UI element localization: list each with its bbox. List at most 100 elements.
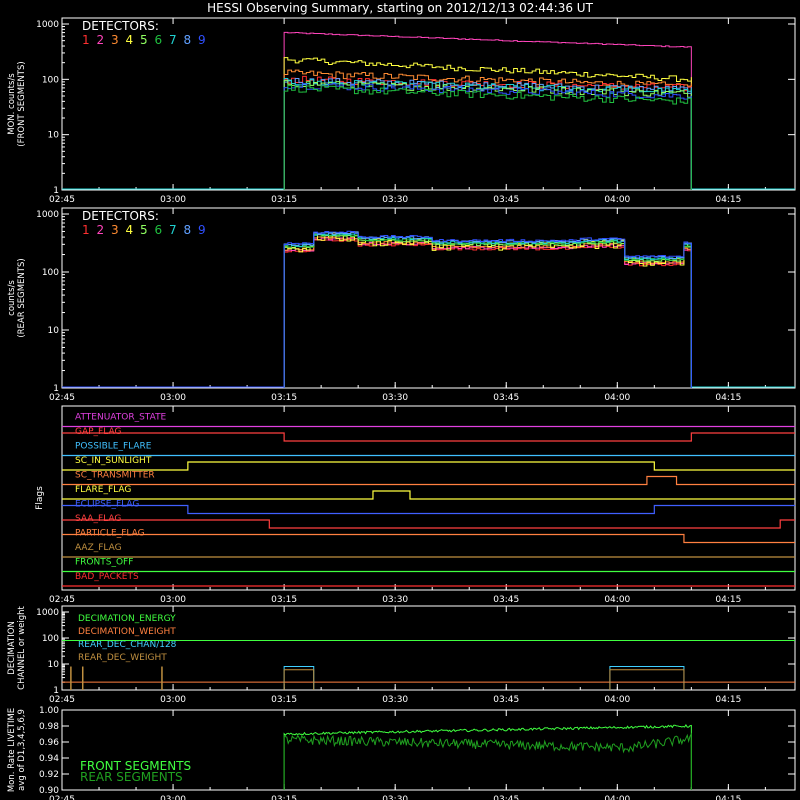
x-tick-label: 04:15: [715, 695, 741, 705]
x-tick-label: 02:45: [49, 393, 75, 403]
detector-series-line: [283, 77, 692, 190]
flag-line: [62, 533, 795, 544]
flag-line: [62, 432, 795, 442]
x-tick-label: 02:45: [49, 195, 75, 205]
legend-entry: 5: [140, 33, 148, 47]
x-tick-label: 03:15: [271, 195, 297, 205]
x-tick-label: 03:30: [382, 595, 408, 605]
legend-entry: 7: [169, 33, 177, 47]
legend-title: DETECTORS:: [82, 209, 159, 223]
x-tick-label: 04:00: [604, 695, 630, 705]
legend-entry: 9: [198, 223, 206, 237]
y-tick-label: 0.92: [39, 770, 59, 780]
x-tick-label: 03:15: [271, 595, 297, 605]
x-tick-label: 03:45: [493, 595, 519, 605]
flag-label: PARTICLE_FLAG: [75, 529, 145, 539]
detector-series-line: [283, 31, 692, 190]
x-tick-label: 03:00: [160, 695, 186, 705]
detector-series-line: [283, 83, 692, 190]
flag-label: ATTENUATOR_STATE: [75, 413, 167, 423]
flag-label: FRONTS_OFF: [75, 558, 133, 568]
y-tick-label: 1.00: [39, 706, 59, 716]
x-tick-label: 04:00: [604, 393, 630, 403]
legend-entry: 9: [198, 33, 206, 47]
y-tick-label: 10: [48, 326, 60, 336]
flag-label: GAP_FLAG: [75, 427, 121, 437]
flag-label: AAZ_FLAG: [75, 543, 122, 553]
legend-entry: DECIMATION_ENERGY: [78, 614, 176, 624]
legend-entry: REAR SEGMENTS: [80, 770, 183, 784]
detector-series-line: [283, 78, 692, 190]
x-tick-label: 03:30: [382, 795, 408, 800]
livetime-series-line: [283, 724, 692, 790]
y-axis-label: (FRONT SEGMENTS): [17, 61, 27, 146]
x-tick-label: 03:00: [160, 595, 186, 605]
y-axis-label: CHANNEL or weight: [17, 605, 27, 689]
detector-series-line: [283, 230, 692, 388]
flag-label: FLARE_FLAG: [75, 485, 131, 495]
x-tick-label: 04:00: [604, 195, 630, 205]
y-tick-label: 10: [48, 131, 60, 141]
x-tick-label: 04:15: [715, 595, 741, 605]
flag-label: SAA_FLAG: [75, 514, 121, 524]
detector-series-line: [283, 236, 692, 388]
legend-entry: 8: [184, 223, 192, 237]
x-tick-label: 04:15: [715, 393, 741, 403]
legend-entry: 3: [111, 223, 119, 237]
decimation-panel: 02:45 03:00 03:15 03:30 03:45 04:00 04:15 1 10 10…: [7, 605, 796, 705]
x-tick-label: 02:45: [49, 695, 75, 705]
y-tick-label: 0.98: [39, 722, 59, 732]
x-tick-label: 03:15: [271, 795, 297, 800]
y-tick-label: 1: [53, 384, 59, 394]
x-tick-label: 03:30: [382, 393, 408, 403]
flag-line: [62, 475, 795, 486]
front-segments-panel: 02:45 03:00 03:15 03:30 03:45 04:00 04:15 1 10 10…: [7, 17, 796, 205]
x-tick-label: 03:30: [382, 195, 408, 205]
legend-entry: REAR_DEC_CHAN/128: [78, 640, 177, 650]
y-axis-label: MON. counts/s: [7, 73, 17, 135]
flag-line: [62, 461, 795, 471]
page-title: HESSI Observing Summary, starting on 201…: [207, 1, 593, 15]
y-tick-label: 100: [42, 268, 59, 278]
flag-label: SC_TRANSMITTER: [75, 471, 155, 481]
x-tick-label: 03:15: [271, 695, 297, 705]
detector-series-line: [283, 231, 692, 388]
x-tick-label: 02:45: [49, 595, 75, 605]
x-tick-label: 03:45: [493, 695, 519, 705]
detector-series-line: [283, 84, 692, 190]
x-tick-label: 04:15: [715, 195, 741, 205]
x-tick-label: 03:45: [493, 195, 519, 205]
legend-entry: 6: [155, 223, 163, 237]
legend-entry: 4: [126, 33, 134, 47]
flag-label: ECLIPSE_FLAG: [75, 500, 139, 510]
y-axis-label: (REAR SEGMENTS): [17, 258, 27, 337]
detector-series-line: [283, 57, 692, 190]
legend-entry: 8: [184, 33, 192, 47]
y-tick-label: 0.94: [39, 754, 59, 764]
legend-entry: 4: [126, 223, 134, 237]
flag-label: SC_IN_SUNLIGHT: [75, 456, 152, 466]
y-tick-label: 100: [42, 634, 59, 644]
x-tick-label: 03:30: [382, 695, 408, 705]
x-tick-label: 04:15: [715, 795, 741, 800]
x-tick-label: 03:45: [493, 393, 519, 403]
legend-title: DETECTORS:: [82, 19, 159, 33]
flag-label: POSSIBLE_FLARE: [75, 442, 152, 452]
x-tick-label: 03:15: [271, 393, 297, 403]
legend-entry: 3: [111, 33, 119, 47]
y-tick-label: 1000: [36, 210, 59, 220]
x-tick-label: 04:00: [604, 595, 630, 605]
legend-entry: 1: [82, 33, 90, 47]
legend-entry: 5: [140, 223, 148, 237]
livetime-series-line: [283, 732, 692, 790]
y-axis-label: avg of D1,3,4,5,6,9: [17, 709, 27, 791]
y-tick-label: 1: [53, 186, 59, 196]
y-tick-label: 0.90: [39, 786, 59, 796]
flag-line: [62, 519, 795, 529]
summary-plots: HESSI Observing Summary, starting on 201…: [7, 1, 796, 800]
flag-line: [62, 490, 795, 500]
rear-dec-weight-box: [609, 669, 685, 690]
x-tick-label: 03:45: [493, 795, 519, 800]
rear-segments-panel: 02:45 03:00 03:15 03:30 03:45 04:00 04:15 1 10 10…: [7, 207, 796, 403]
y-tick-label: 10: [48, 660, 60, 670]
